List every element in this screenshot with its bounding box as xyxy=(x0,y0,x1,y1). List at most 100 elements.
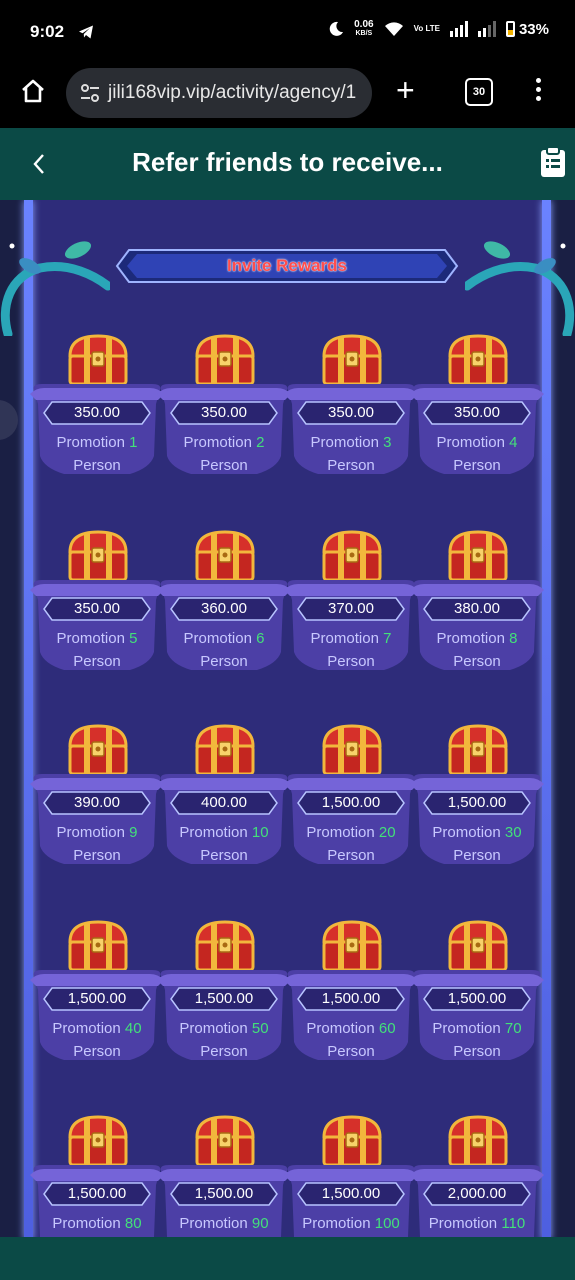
referral-count: 9 xyxy=(129,824,138,841)
promotion-label: Promotion xyxy=(56,824,125,841)
reward-card[interactable]: 350.00 Promotion 1 Person xyxy=(30,332,164,497)
treasure-chest-icon xyxy=(68,334,128,386)
reward-card[interactable]: 370.00 Promotion 7 Person xyxy=(284,528,418,693)
reward-requirement: Promotion 40 xyxy=(30,1020,164,1037)
address-bar[interactable]: jili168vip.vip/activity/agency/1 xyxy=(66,68,372,118)
reward-amount: 1,500.00 xyxy=(194,990,254,1007)
reward-card[interactable]: 1,500.00Promotion 90Person xyxy=(157,1113,291,1237)
reward-card[interactable]: 1,500.00Promotion 100Person xyxy=(284,1113,418,1237)
reward-card[interactable]: 350.00 Promotion 5 Person xyxy=(30,528,164,693)
treasure-chest-icon xyxy=(322,724,382,776)
promotion-label: Promotion xyxy=(179,824,248,841)
referral-count: 60 xyxy=(378,1020,396,1037)
reward-requirement: Promotion 60 xyxy=(284,1020,418,1037)
promotion-label: Promotion xyxy=(310,630,379,647)
reward-requirement: Promotion 4 xyxy=(410,434,544,451)
referral-count: 110 xyxy=(501,1215,526,1232)
person-label: Person xyxy=(73,457,121,474)
reward-card[interactable]: 400.00 Promotion 10 Person xyxy=(157,722,291,887)
person-label: Person xyxy=(327,847,375,864)
page-header: Refer friends to receive... xyxy=(0,128,575,200)
reward-amount: 350.00 xyxy=(201,404,247,421)
promotion-label: Promotion xyxy=(432,824,501,841)
reward-card[interactable]: 1,500.00Promotion 80Person xyxy=(30,1113,164,1237)
person-label: Person xyxy=(327,1043,375,1060)
browser-toolbar: jili168vip.vip/activity/agency/1 + 30 xyxy=(0,64,575,128)
reward-requirement: Promotion 1 xyxy=(30,434,164,451)
home-icon[interactable] xyxy=(20,78,46,104)
tab-switcher-button[interactable]: 30 xyxy=(465,78,493,106)
reward-card[interactable]: 1,500.00 Promotion 60 Person xyxy=(284,918,418,1083)
reward-card[interactable]: 1,500.00 Promotion 30 Person xyxy=(410,722,544,887)
treasure-chest-icon xyxy=(448,920,508,972)
battery-percent: 33% xyxy=(518,20,549,38)
reward-card[interactable]: 1,500.00 Promotion 70 Person xyxy=(410,918,544,1083)
treasure-chest-icon xyxy=(195,530,255,582)
more-vert-icon[interactable] xyxy=(536,78,544,108)
network-speed-value: 0.06 xyxy=(354,19,374,30)
reward-card[interactable]: 390.00 Promotion 9 Person xyxy=(30,722,164,887)
reward-requirement: Promotion 100 xyxy=(284,1215,418,1232)
treasure-chest-icon xyxy=(448,1115,508,1167)
reward-requirement: Promotion 90 xyxy=(157,1215,291,1232)
treasure-chest-icon xyxy=(448,724,508,776)
referral-count: 20 xyxy=(378,824,396,841)
person-label: Person xyxy=(327,653,375,670)
promotion-label: Promotion xyxy=(432,1020,501,1037)
promotion-label: Promotion xyxy=(428,1215,498,1232)
promotion-label: Promotion xyxy=(56,434,125,451)
reward-card[interactable]: 1,500.00 Promotion 20 Person xyxy=(284,722,418,887)
person-label: Person xyxy=(73,653,121,670)
promotion-label: Promotion xyxy=(183,434,252,451)
reward-card[interactable]: 1,500.00 Promotion 40 Person xyxy=(30,918,164,1083)
treasure-chest-icon xyxy=(68,1115,128,1167)
signal-icon-1 xyxy=(449,21,468,37)
reward-amount: 400.00 xyxy=(201,794,247,811)
reward-requirement: Promotion 7 xyxy=(284,630,418,647)
treasure-chest-icon xyxy=(68,920,128,972)
reward-card[interactable]: 1,500.00 Promotion 50 Person xyxy=(157,918,291,1083)
promotion-label: Promotion xyxy=(436,630,505,647)
reward-requirement: Promotion 30 xyxy=(410,824,544,841)
reward-requirement: Promotion 20 xyxy=(284,824,418,841)
reward-card[interactable]: 350.00 Promotion 4 Person xyxy=(410,332,544,497)
promotion-label: Promotion xyxy=(436,434,505,451)
referral-count: 70 xyxy=(504,1020,522,1037)
battery-indicator: 33% xyxy=(505,20,549,38)
reward-amount: 350.00 xyxy=(454,404,500,421)
treasure-chest-icon xyxy=(448,530,508,582)
promotion-label: Promotion xyxy=(183,630,252,647)
reward-card[interactable]: 380.00 Promotion 8 Person xyxy=(410,528,544,693)
reward-card[interactable]: 360.00 Promotion 6 Person xyxy=(157,528,291,693)
reward-requirement: Promotion 8 xyxy=(410,630,544,647)
referral-count: 100 xyxy=(374,1215,400,1232)
tune-icon[interactable] xyxy=(80,83,100,103)
floating-handle[interactable] xyxy=(0,400,18,440)
treasure-chest-icon xyxy=(448,334,508,386)
treasure-chest-icon xyxy=(195,1115,255,1167)
volte-label: Vo LTE xyxy=(413,24,440,33)
url-text[interactable]: jili168vip.vip/activity/agency/1 xyxy=(108,82,356,104)
clipboard-icon[interactable] xyxy=(540,146,566,178)
promotion-label: Promotion xyxy=(302,1215,371,1232)
promotion-label: Promotion xyxy=(179,1020,248,1037)
referral-count: 40 xyxy=(124,1020,142,1037)
reward-amount: 1,500.00 xyxy=(194,1185,254,1202)
vine-decoration-left xyxy=(0,241,110,336)
reward-amount: 1,500.00 xyxy=(321,794,381,811)
reward-card[interactable]: 2,000.00Promotion 110Person xyxy=(410,1113,544,1237)
referral-count: 3 xyxy=(383,434,392,451)
reward-card[interactable]: 350.00 Promotion 2 Person xyxy=(157,332,291,497)
reward-amount: 1,500.00 xyxy=(447,990,507,1007)
reward-amount: 360.00 xyxy=(201,600,247,617)
treasure-chest-icon xyxy=(68,530,128,582)
treasure-chest-icon xyxy=(195,334,255,386)
dnd-moon-icon xyxy=(329,21,344,36)
rewards-content[interactable]: Invite Rewards 350.00 Promotion 1 Person 35… xyxy=(0,200,575,1237)
signal-icon-2 xyxy=(477,21,496,37)
person-label: Person xyxy=(453,1043,501,1060)
referral-count: 6 xyxy=(256,630,265,647)
reward-card[interactable]: 350.00 Promotion 3 Person xyxy=(284,332,418,497)
reward-amount: 390.00 xyxy=(74,794,120,811)
plus-icon[interactable]: + xyxy=(396,74,415,106)
